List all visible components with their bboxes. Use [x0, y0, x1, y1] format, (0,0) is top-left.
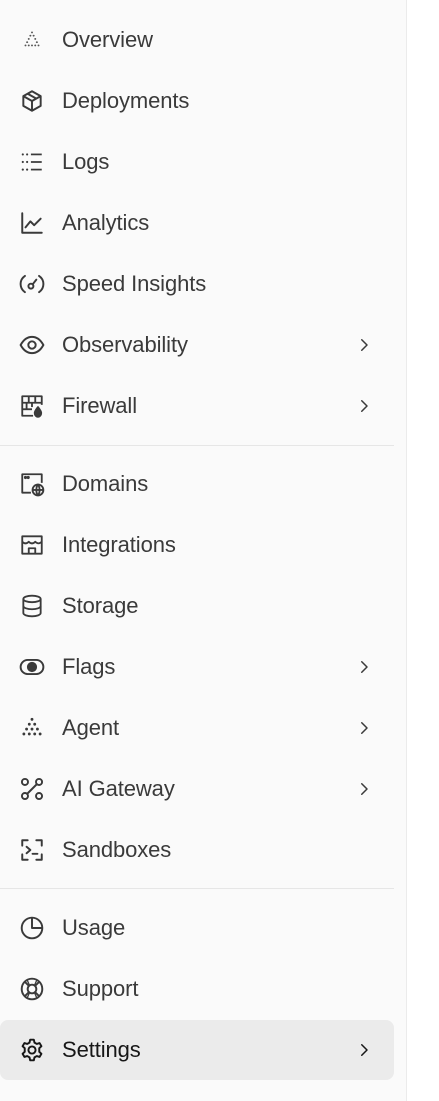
nav-item-analytics[interactable]: Analytics — [0, 193, 394, 253]
nav-label: Agent — [62, 715, 119, 740]
nav-item-speed-insights[interactable]: Speed Insights — [0, 254, 394, 314]
nav-item-deployments[interactable]: Deployments — [0, 71, 394, 131]
nav-label: Flags — [62, 654, 116, 679]
nav-label: Settings — [62, 1037, 141, 1062]
nav-item-storage[interactable]: Storage — [0, 576, 394, 636]
nav-label: Observability — [62, 332, 188, 357]
nav-label: Analytics — [62, 210, 150, 235]
nav-item-settings[interactable]: Settings — [0, 1020, 394, 1080]
section-divider — [0, 888, 394, 889]
nav-item-observability[interactable]: Observability — [0, 315, 394, 375]
chevron-right-icon — [354, 1040, 374, 1060]
nav-label: Overview — [62, 27, 153, 52]
database-icon — [18, 592, 46, 620]
nav-item-sandboxes[interactable]: Sandboxes — [0, 820, 394, 880]
toggle-icon — [18, 653, 46, 681]
nav-label: Storage — [62, 593, 139, 618]
nav-item-domains[interactable]: Domains — [0, 454, 394, 514]
chevron-right-icon — [354, 657, 374, 677]
nodes-icon — [18, 775, 46, 803]
line-chart-icon — [18, 209, 46, 237]
section-divider — [0, 445, 394, 446]
gauge-icon — [18, 270, 46, 298]
nav-item-agent[interactable]: Agent — [0, 698, 394, 758]
chevron-right-icon — [354, 335, 374, 355]
globe-window-icon — [18, 470, 46, 498]
chevron-right-icon — [354, 396, 374, 416]
terminal-bracket-icon — [18, 836, 46, 864]
list-dots-icon — [18, 148, 46, 176]
nav-label: Logs — [62, 149, 110, 174]
nav-label: AI Gateway — [62, 776, 175, 801]
nav-item-integrations[interactable]: Integrations — [0, 515, 394, 575]
eye-icon — [18, 331, 46, 359]
chevron-right-icon — [354, 718, 374, 738]
triangle-dots-icon — [18, 26, 46, 54]
nav-label: Domains — [62, 471, 149, 496]
nav-label: Firewall — [62, 393, 137, 418]
nav-label: Sandboxes — [62, 837, 172, 862]
nav-item-usage[interactable]: Usage — [0, 898, 394, 958]
lifebuoy-icon — [18, 975, 46, 1003]
nav-item-logs[interactable]: Logs — [0, 132, 394, 192]
nav-label: Speed Insights — [62, 271, 207, 296]
nav-item-overview[interactable]: Overview — [0, 10, 394, 70]
nav-label: Usage — [62, 915, 126, 940]
nav-label: Integrations — [62, 532, 176, 557]
firewall-icon — [18, 392, 46, 420]
nav-label: Support — [62, 976, 139, 1001]
nav-label: Deployments — [62, 88, 190, 113]
dots-pyramid-icon — [18, 714, 46, 742]
gear-icon — [18, 1036, 46, 1064]
nav-item-flags[interactable]: Flags — [0, 637, 394, 697]
storefront-icon — [18, 531, 46, 559]
chevron-right-icon — [354, 779, 374, 799]
nav-item-support[interactable]: Support — [0, 959, 394, 1019]
nav-item-firewall[interactable]: Firewall — [0, 376, 394, 436]
pie-chart-icon — [18, 914, 46, 942]
cube-icon — [18, 87, 46, 115]
nav-item-ai-gateway[interactable]: AI Gateway — [0, 759, 394, 819]
sidebar: Overview Deployments Logs Analytics Spee… — [0, 0, 407, 1101]
